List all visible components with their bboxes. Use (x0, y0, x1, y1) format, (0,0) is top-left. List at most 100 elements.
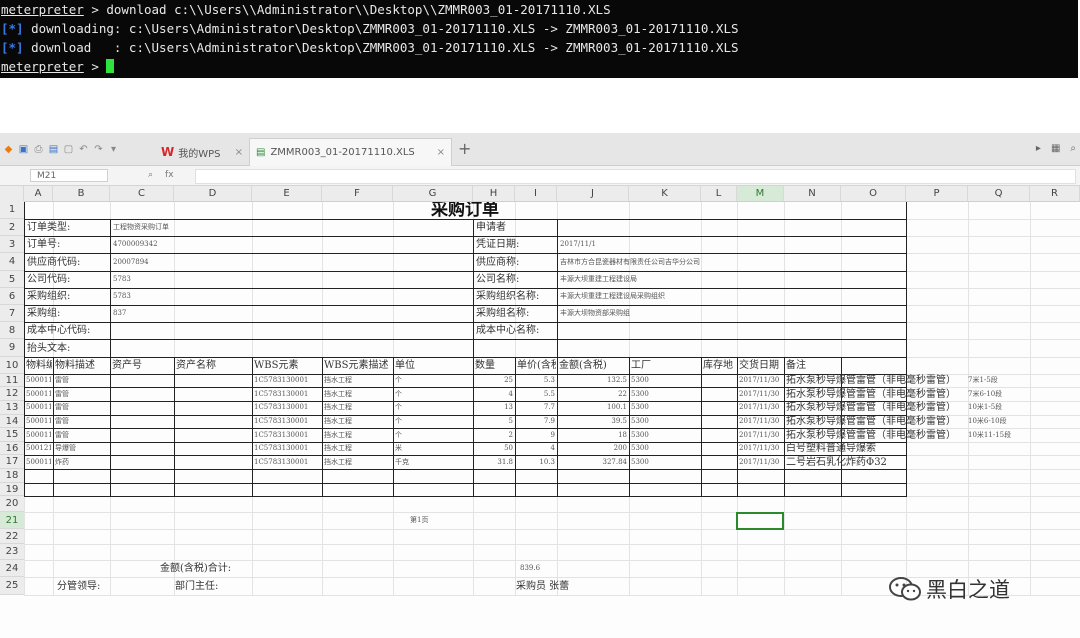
row-header[interactable]: 23 (0, 544, 24, 560)
new-tab-button[interactable]: + (458, 139, 471, 158)
undo-icon[interactable]: ↶ (78, 144, 89, 155)
row-header[interactable]: 12 (0, 387, 24, 401)
column-header[interactable]: J (557, 186, 629, 201)
row-header[interactable]: 16 (0, 441, 24, 456)
print-preview-icon[interactable]: ⎙ (33, 144, 44, 155)
dropdown-icon[interactable]: ▾ (108, 144, 119, 155)
cell-border (24, 356, 25, 497)
table-cell: 炸药 (55, 457, 69, 466)
row-header[interactable]: 5 (0, 270, 24, 288)
table-cell: 雷管 (55, 430, 69, 439)
row-header[interactable]: 18 (0, 469, 24, 483)
column-header[interactable]: D (174, 186, 252, 201)
table-cell: 雷管 (55, 416, 69, 425)
cell-border (252, 356, 253, 497)
row-header[interactable]: 9 (0, 339, 24, 357)
cell-border (393, 356, 394, 497)
column-header[interactable]: H (473, 186, 515, 201)
table-cell: 雷管 (55, 376, 69, 385)
column-header[interactable]: A (24, 186, 53, 201)
column-header[interactable]: K (629, 186, 701, 201)
terminal-line: [*] downloading: c:\Users\Administrator\… (1, 19, 1078, 38)
table-cell: 1C5783130001 (254, 430, 309, 439)
column-header[interactable]: F (322, 186, 393, 201)
row-header[interactable]: 8 (0, 322, 24, 340)
tab-label: 我的WPS (178, 148, 221, 160)
app-menu-icon[interactable]: ◆ (3, 144, 14, 155)
selected-cell[interactable] (736, 511, 784, 530)
fx-icon[interactable]: fx (165, 170, 174, 180)
total-label: 金额(含税)合计: (160, 563, 232, 575)
tab-my-wps[interactable]: W 我的WPS × (155, 138, 249, 166)
row-header[interactable]: 2 (0, 219, 24, 237)
expand-icon[interactable]: ▸ (1036, 143, 1041, 154)
column-header[interactable]: G (393, 186, 473, 201)
column-header[interactable]: I (515, 186, 557, 201)
column-header[interactable]: B (53, 186, 110, 201)
name-box[interactable]: M21 (30, 169, 108, 182)
table-cell: 1C5783130001 (254, 416, 309, 425)
column-header[interactable]: M (737, 186, 784, 201)
column-header[interactable]: P (906, 186, 968, 201)
table-cell: 米 (395, 444, 402, 453)
table-cell: 7.9 (543, 416, 555, 425)
export-pdf-icon[interactable]: ▢ (63, 144, 74, 155)
row-header[interactable]: 14 (0, 414, 24, 429)
column-header[interactable]: R (1030, 186, 1080, 201)
row-header[interactable]: 4 (0, 253, 24, 271)
close-tab-icon[interactable]: × (437, 147, 445, 158)
row-header[interactable]: 15 (0, 428, 24, 442)
terminal-prompt: meterpreter (1, 2, 84, 17)
print-icon[interactable]: ▤ (48, 144, 59, 155)
column-header[interactable]: O (841, 186, 906, 201)
row-header[interactable]: 6 (0, 287, 24, 305)
row-header[interactable]: 10 (0, 356, 24, 374)
zoom-icon[interactable]: ⌕ (148, 170, 153, 180)
row-header[interactable]: 13 (0, 401, 24, 415)
header-label: 凭证日期: (476, 239, 520, 251)
table-header-cell: 交货日期 (739, 359, 779, 371)
row-header[interactable]: 22 (0, 528, 24, 545)
close-tab-icon[interactable]: × (235, 147, 243, 158)
table-header-cell: 物料描述 (55, 359, 95, 371)
header-value: 吉林市方合昆瓷器材有限责任公司吉华分公司 (560, 257, 700, 266)
column-header[interactable]: L (701, 186, 737, 201)
cell-border (557, 253, 558, 271)
tab-spreadsheet-file[interactable]: ▤ ZMMR003_01-20171110.XLS × (249, 138, 452, 166)
save-icon[interactable]: ▣ (18, 144, 29, 155)
row-header[interactable]: 7 (0, 305, 24, 323)
column-header[interactable]: E (252, 186, 322, 201)
row-header[interactable]: 25 (0, 577, 24, 595)
cell-border (110, 253, 111, 271)
cell-border (24, 305, 907, 306)
row-header[interactable]: 17 (0, 455, 24, 469)
header-label: 成本中心代码: (27, 325, 91, 337)
search-icon[interactable]: ⌕ (1070, 143, 1076, 154)
row-header[interactable]: 11 (0, 373, 24, 388)
header-label: 公司名称: (476, 273, 520, 285)
row-header[interactable]: 24 (0, 559, 24, 578)
worksheet-grid[interactable]: 采购订单 订单类型: 工程物资采购订单 申请者 订单号: 4700009342 凭证日期: 2… (0, 186, 1080, 638)
table-cell: 2017/11/30 (739, 403, 780, 412)
formula-tools: ⌕ fx (148, 170, 174, 180)
table-cell-overflow: 7米1-5段 (968, 376, 998, 385)
table-cell: 500011693 (26, 430, 51, 439)
column-header[interactable]: Q (968, 186, 1030, 201)
table-cell: 5 (508, 416, 513, 425)
table-header-cell: 物料编码 (26, 359, 52, 371)
row-header[interactable]: 21 (0, 511, 24, 529)
table-cell: 挡水工程 (324, 376, 352, 385)
row-header[interactable]: 20 (0, 496, 24, 512)
formula-input[interactable] (195, 169, 1076, 184)
row-header[interactable]: 1 (0, 201, 24, 219)
select-all-corner[interactable] (0, 186, 24, 201)
terminal-window[interactable]: meterpreter > download c:\\Users\\Admini… (0, 0, 1078, 78)
gridline (24, 528, 1080, 530)
table-cell: 500011693 (26, 389, 51, 398)
redo-icon[interactable]: ↷ (93, 144, 104, 155)
row-header[interactable]: 19 (0, 482, 24, 497)
layout-icon[interactable]: ▦ (1051, 143, 1060, 154)
column-header[interactable]: N (784, 186, 841, 201)
column-header[interactable]: C (110, 186, 174, 201)
row-header[interactable]: 3 (0, 236, 24, 254)
